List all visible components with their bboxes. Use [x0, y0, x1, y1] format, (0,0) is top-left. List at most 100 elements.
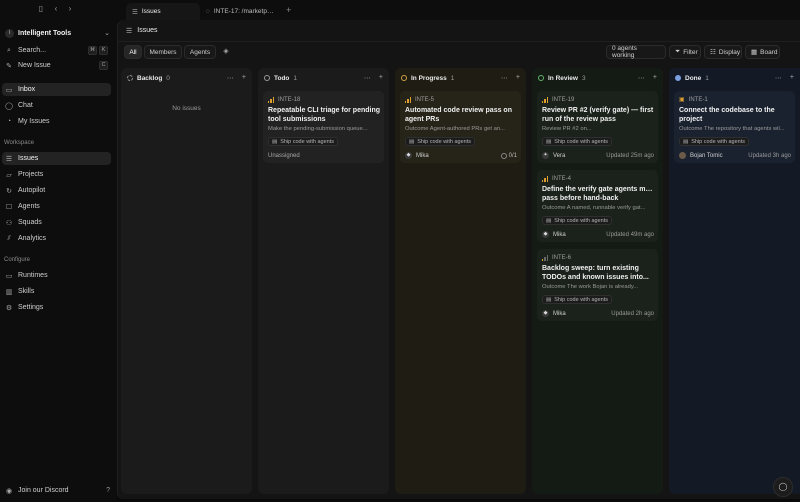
sidebar-item-analytics[interactable]: ⫽ Analytics	[2, 232, 111, 245]
filter-all-button[interactable]: All	[124, 45, 142, 59]
gear-icon: ⚙	[5, 304, 13, 312]
main-panel: ☰ Issues All Members Agents ◈ 0 agents w…	[117, 20, 800, 499]
forward-icon[interactable]: ›	[64, 3, 76, 15]
issue-card[interactable]: INTE-19 Review PR #2 (verify gate) — fir…	[537, 91, 658, 163]
add-icon[interactable]: +	[242, 74, 246, 82]
issue-title: Backlog sweep: turn existing	[542, 265, 639, 272]
sidebar-item-autopilot[interactable]: ↻ Autopilot	[2, 184, 111, 197]
sidebar-item-issues[interactable]: ☰ Issues	[2, 152, 111, 165]
issue-title: Automated code review pass on	[405, 107, 512, 114]
filter-members-button[interactable]: Members	[144, 45, 182, 59]
column-todo: Todo 1 ⋯ + INTE-18 Repeatable CLI triage …	[258, 68, 389, 494]
add-icon[interactable]: +	[653, 74, 657, 82]
issue-description: Outcome The repository that agents wil..…	[679, 126, 785, 132]
discord-link[interactable]: ◉ Join our Discord ?	[2, 484, 113, 497]
sidebar-toggle-icon[interactable]: ▯	[35, 3, 47, 15]
chart-icon: ⫽	[7, 234, 11, 242]
add-icon[interactable]: +	[790, 74, 794, 82]
folder-icon: ▱	[6, 171, 12, 179]
sidebar-item-label: Agents	[18, 203, 40, 210]
sidebar-item-label: Issues	[18, 155, 39, 162]
project-icon: ▤	[272, 138, 278, 145]
sidebar-item-inbox[interactable]: ▭ Inbox	[2, 83, 111, 96]
workspace-switcher[interactable]: I Intelligent Tools ⌄	[4, 26, 111, 40]
assignee: Unassigned	[268, 152, 300, 159]
sidebar-item-label: Skills	[18, 288, 35, 295]
circle-icon: ◌	[206, 8, 210, 15]
board-button[interactable]: ▦ Board	[745, 45, 780, 59]
column-in-review: In Review 3 ⋯ + INTE-19 Review PR #2 (ver…	[532, 68, 663, 494]
more-icon[interactable]: ⋯	[364, 74, 371, 82]
project-tag-label: Ship code with agents	[280, 138, 335, 145]
user-icon: ◔	[6, 118, 12, 125]
workspace-avatar: I	[5, 28, 14, 38]
issue-card[interactable]: INTE-4 Define the verify gate agents mus…	[537, 170, 658, 242]
backlog-status-icon	[127, 75, 133, 81]
project-tag: ▤ Ship code with agents	[542, 137, 613, 146]
more-icon[interactable]: ⋯	[638, 74, 645, 82]
project-tag-label: Ship code with agents	[691, 138, 746, 145]
tab-bar: ▯ ‹ › ☰ Issues ◌ INTE-17: /marketplace +	[0, 0, 800, 20]
column-count: 1	[705, 74, 709, 82]
new-tab-button[interactable]: +	[286, 5, 291, 15]
help-icon[interactable]: ?	[106, 487, 110, 494]
issue-id: INTE-6	[552, 254, 572, 261]
issue-card[interactable]: ▣ INTE-1 Connect the codebase to the proj…	[674, 91, 795, 163]
issue-title: run of the review pass	[542, 116, 616, 123]
filter-icon: ⏷	[675, 48, 681, 55]
filter-button[interactable]: ⏷ Filter	[669, 45, 701, 59]
priority-urgent-icon: ▣	[679, 97, 685, 103]
column-header: Todo 1 ⋯ +	[264, 72, 383, 84]
issue-card[interactable]: INTE-5 Automated code review pass on age…	[400, 91, 521, 163]
section-label-configure: Configure	[4, 257, 31, 263]
tab-inte-17[interactable]: ◌ INTE-17: /marketplace	[200, 3, 280, 20]
sidebar-item-settings[interactable]: ⚙ Settings	[2, 301, 111, 314]
monitor-icon: ▭	[5, 272, 13, 280]
sidebar-item-runtimes[interactable]: ▭ Runtimes	[2, 269, 111, 282]
column-name: Todo	[274, 74, 290, 82]
board-label: Board	[760, 48, 778, 56]
add-icon[interactable]: +	[379, 74, 383, 82]
sidebar-item-label: My Issues	[18, 118, 50, 125]
more-icon[interactable]: ⋯	[227, 74, 234, 82]
sidebar-item-squads[interactable]: ⚇ Squads	[2, 216, 111, 229]
kbd-key: C	[99, 61, 108, 70]
issue-card[interactable]: INTE-6 Backlog sweep: turn existing TODO…	[537, 249, 658, 321]
priority-icon	[405, 96, 411, 103]
search-button[interactable]: ⌕ Search... ⌘ K	[2, 44, 111, 57]
add-icon[interactable]: +	[516, 74, 520, 82]
sidebar-item-chat[interactable]: ◯ Chat	[2, 99, 111, 112]
sidebar-item-label: Analytics	[18, 235, 47, 242]
search-icon: ⌕	[7, 46, 11, 54]
new-issue-button[interactable]: ✎ New Issue C	[2, 59, 111, 72]
chevron-down-icon: ⌄	[104, 30, 110, 37]
sidebar-item-my-issues[interactable]: ◔ My Issues	[2, 115, 111, 128]
back-icon[interactable]: ‹	[50, 3, 62, 15]
tab-label: Issues	[141, 8, 161, 15]
workspace-name: Intelligent Tools	[18, 29, 72, 37]
sidebar-item-projects[interactable]: ▱ Projects	[2, 168, 111, 181]
progress-ring-icon	[500, 152, 507, 159]
discord-icon: ◉	[5, 487, 13, 495]
autopilot-icon: ↻	[6, 187, 12, 195]
chat-icon: ◯	[5, 102, 13, 110]
layers-icon[interactable]: ◈	[220, 45, 232, 59]
agent-avatar: ◆	[542, 310, 549, 317]
sidebar-item-agents[interactable]: ☐ Agents	[2, 200, 111, 213]
project-icon: ▤	[546, 138, 552, 145]
more-icon[interactable]: ⋯	[775, 74, 782, 82]
filter-agents-button[interactable]: Agents	[184, 45, 216, 59]
project-tag-label: Ship code with agents	[554, 296, 609, 303]
board-icon: ▦	[751, 49, 758, 56]
tab-issues[interactable]: ☰ Issues	[126, 3, 200, 20]
chat-bubble-button[interactable]: ◯	[773, 477, 793, 497]
issue-card[interactable]: INTE-18 Repeatable CLI triage for pendin…	[263, 91, 384, 163]
priority-icon	[542, 96, 548, 103]
column-header: In Progress 1 ⋯ +	[401, 72, 520, 84]
issue-description: Outcome Agent-authored PRs get an...	[405, 126, 505, 132]
sidebar-item-skills[interactable]: ▥ Skills	[2, 285, 111, 298]
sidebar-item-label: Squads	[18, 219, 42, 226]
more-icon[interactable]: ⋯	[501, 74, 508, 82]
display-button[interactable]: ☷ Display	[704, 45, 742, 59]
assignee: Mika	[416, 152, 429, 159]
